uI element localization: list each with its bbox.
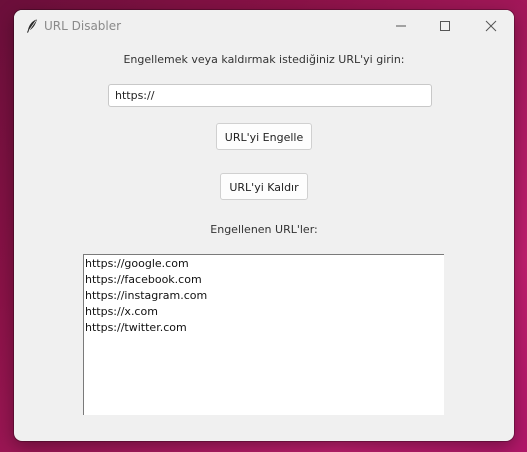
window-title: URL Disabler bbox=[44, 19, 122, 33]
app-window: URL Disabler Engellemek veya kaldırmak i… bbox=[14, 10, 514, 441]
block-url-button[interactable]: URL'yi Engelle bbox=[216, 123, 312, 150]
url-prompt-label: Engellemek veya kaldırmak istediğiniz UR… bbox=[123, 53, 405, 66]
list-item[interactable]: https://instagram.com bbox=[85, 288, 444, 304]
maximize-button[interactable] bbox=[422, 10, 468, 42]
blocked-urls-list[interactable]: https://google.com https://facebook.com … bbox=[83, 254, 444, 415]
close-icon bbox=[485, 17, 497, 36]
feather-icon bbox=[24, 18, 40, 34]
url-input[interactable] bbox=[108, 84, 432, 107]
title-bar[interactable]: URL Disabler bbox=[14, 10, 514, 42]
blocked-urls-label: Engellenen URL'ler: bbox=[210, 223, 318, 236]
minimize-icon bbox=[395, 17, 407, 36]
list-item[interactable]: https://x.com bbox=[85, 304, 444, 320]
list-item[interactable]: https://twitter.com bbox=[85, 320, 444, 336]
minimize-button[interactable] bbox=[378, 10, 424, 42]
list-item[interactable]: https://facebook.com bbox=[85, 272, 444, 288]
remove-url-button[interactable]: URL'yi Kaldır bbox=[220, 173, 308, 200]
maximize-icon bbox=[439, 17, 451, 36]
close-button[interactable] bbox=[468, 10, 514, 42]
list-item[interactable]: https://google.com bbox=[85, 256, 444, 272]
